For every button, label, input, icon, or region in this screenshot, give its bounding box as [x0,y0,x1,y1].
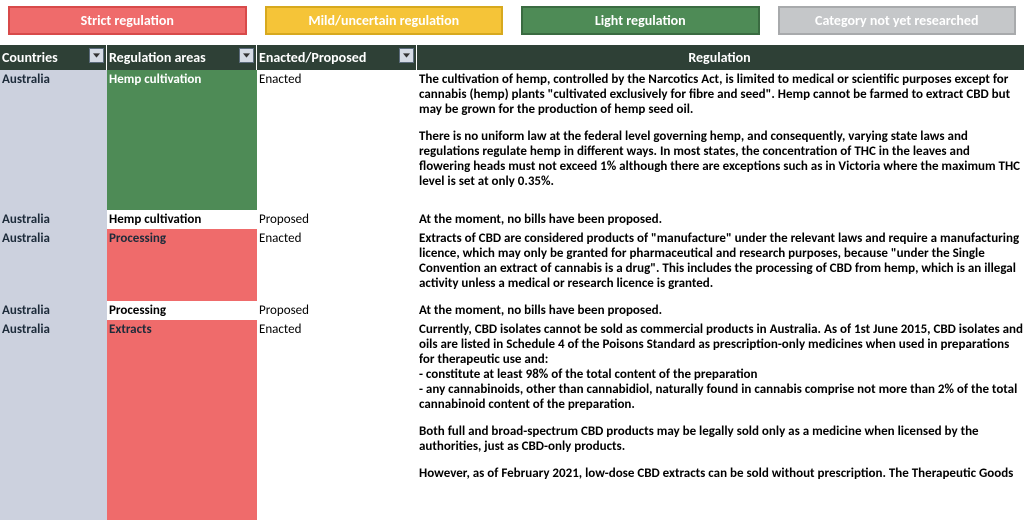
header-regulation: Regulation [417,45,1024,70]
regulation-paragraph: The cultivation of hemp, controlled by t… [419,72,1024,117]
cell-regulation-text: At the moment, no bills have been propos… [417,210,1024,229]
regulation-paragraph: Both full and broad-spectrum CBD product… [419,424,1024,454]
cell-regulation-area: Extracts [107,320,257,520]
table-row: AustraliaExtractsEnactedCurrently, CBD i… [0,320,1024,520]
table-body: AustraliaHemp cultivationEnactedThe cult… [0,70,1024,520]
legend-light: Light regulation [521,6,760,35]
cell-status: Proposed [257,210,417,229]
header-regulation-label: Regulation [688,49,750,66]
header-status-label: Enacted/Proposed [259,49,366,66]
filter-dropdown-icon[interactable] [399,48,414,63]
cell-status: Enacted [257,320,417,520]
header-areas[interactable]: Regulation areas [107,45,257,70]
cell-country: Australia [0,320,107,520]
cell-country: Australia [0,210,107,229]
table-row: AustraliaHemp cultivationProposedAt the … [0,210,1024,229]
cell-status: Enacted [257,70,417,210]
cell-regulation-text: Currently, CBD isolates cannot be sold a… [417,320,1024,520]
cell-regulation-text: The cultivation of hemp, controlled by t… [417,70,1024,210]
table-row: AustraliaHemp cultivationEnactedThe cult… [0,70,1024,210]
cell-country: Australia [0,301,107,320]
cell-regulation-area: Processing [107,229,257,301]
filter-dropdown-icon[interactable] [89,48,104,63]
cell-status: Proposed [257,301,417,320]
table-row: AustraliaProcessingProposedAt the moment… [0,301,1024,320]
cell-regulation-area: Hemp cultivation [107,70,257,210]
legend-strict: Strict regulation [8,6,247,35]
regulation-paragraph: At the moment, no bills have been propos… [419,303,1024,318]
table-row: AustraliaProcessingEnactedExtracts of CB… [0,229,1024,301]
legend-bar: Strict regulation Mild/uncertain regulat… [0,0,1024,45]
table-header: Countries Regulation areas Enacted/Propo… [0,45,1024,70]
cell-status: Enacted [257,229,417,301]
cell-regulation-area: Processing [107,301,257,320]
cell-regulation-text: Extracts of CBD are considered products … [417,229,1024,301]
cell-country: Australia [0,229,107,301]
legend-not-researched: Category not yet researched [778,6,1017,35]
regulation-paragraph: Currently, CBD isolates cannot be sold a… [419,322,1024,412]
regulation-paragraph: At the moment, no bills have been propos… [419,212,1024,227]
header-countries[interactable]: Countries [0,45,107,70]
cell-regulation-area: Hemp cultivation [107,210,257,229]
cell-country: Australia [0,70,107,210]
header-areas-label: Regulation areas [109,49,206,66]
regulation-paragraph: There is no uniform law at the federal l… [419,129,1024,189]
cell-regulation-text: At the moment, no bills have been propos… [417,301,1024,320]
legend-mild: Mild/uncertain regulation [265,6,504,35]
regulation-paragraph: However, as of February 2021, low-dose C… [419,466,1024,481]
regulation-paragraph: Extracts of CBD are considered products … [419,231,1024,291]
header-countries-label: Countries [2,49,58,66]
header-status[interactable]: Enacted/Proposed [257,45,417,70]
filter-dropdown-icon[interactable] [239,48,254,63]
